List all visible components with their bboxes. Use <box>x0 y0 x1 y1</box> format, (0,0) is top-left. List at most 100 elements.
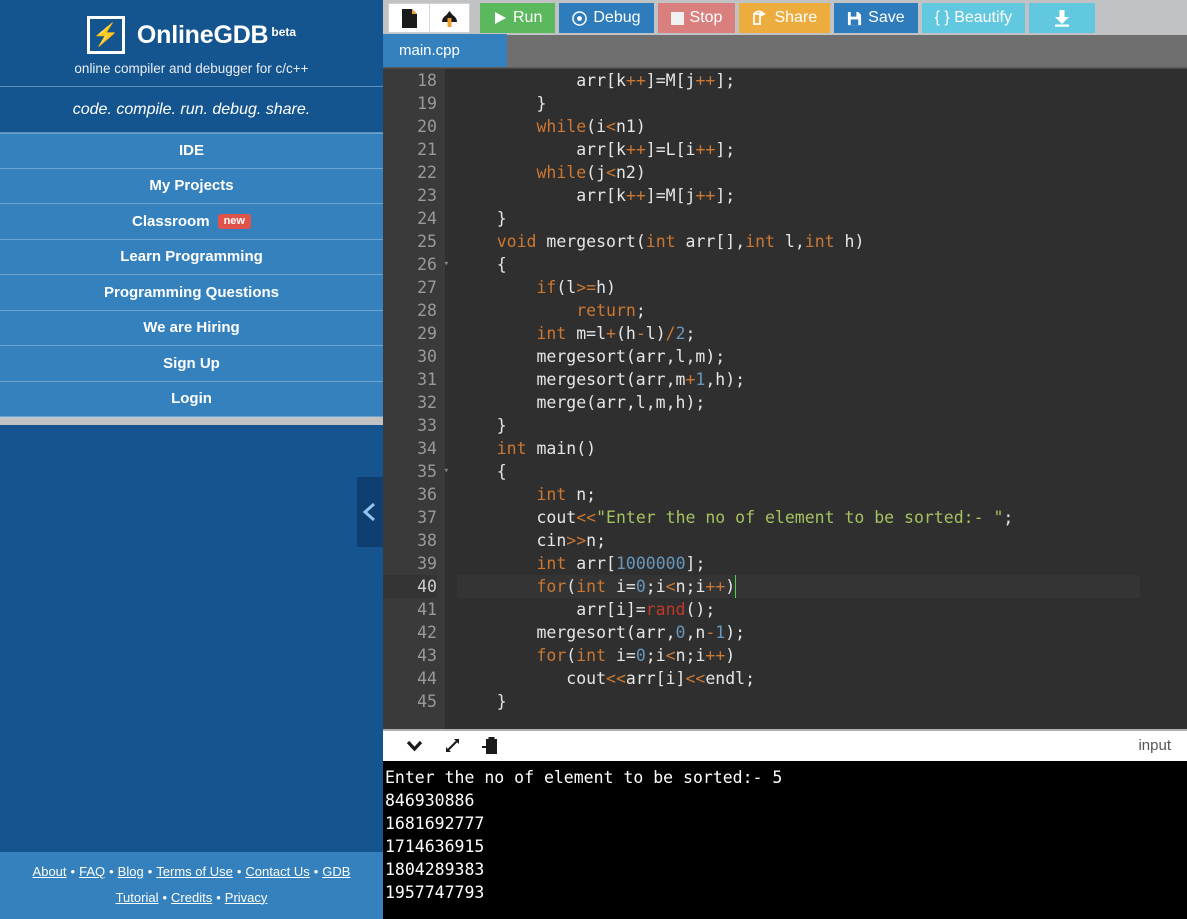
code-line[interactable]: mergesort(arr,m+1,h); <box>457 368 1140 391</box>
line-number: 26 ▾ <box>417 255 449 274</box>
sidebar-item-my-projects[interactable]: My Projects <box>0 169 383 204</box>
code-token: n2) <box>615 163 646 182</box>
code-token: << <box>685 669 706 688</box>
run-label: Run <box>513 9 543 26</box>
lightning-bolt-icon: ⚡ <box>86 16 125 54</box>
code-line[interactable]: int main() <box>457 437 1140 460</box>
footer-separator: • <box>162 889 168 905</box>
sidebar-item-programming-questions[interactable]: Programming Questions <box>0 275 383 311</box>
code-token: int <box>536 554 567 573</box>
code-token: "Enter the no of element to be sorted:- … <box>596 508 1004 527</box>
code-token: } <box>457 94 547 113</box>
code-line[interactable]: } <box>457 414 1140 437</box>
code-token: + <box>606 324 616 343</box>
fold-toggle-icon[interactable]: ▾ <box>444 460 449 483</box>
editor-body[interactable]: 18 19 20 21 22 23 24 25 26 ▾ 27 28 29 30 31 32 33 34 35 ▾ 36… <box>383 69 1140 729</box>
code-content[interactable]: arr[k++]=M[j++]; } while(i<n1) arr[k++]=… <box>445 69 1140 729</box>
code-line[interactable]: { <box>457 460 1140 483</box>
debug-button[interactable]: Debug <box>559 3 654 33</box>
code-line[interactable]: mergesort(arr,l,m); <box>457 345 1140 368</box>
new-file-button[interactable] <box>389 4 429 32</box>
run-button[interactable]: Run <box>480 3 556 33</box>
code-line[interactable]: int m=l+(h-l)/2; <box>457 322 1140 345</box>
code-line[interactable]: return; <box>457 299 1140 322</box>
code-token: ) <box>725 646 736 665</box>
line-number: 45 <box>417 692 437 711</box>
code-line[interactable]: while(i<n1) <box>457 115 1140 138</box>
tab-main-cpp[interactable]: main.cpp <box>383 34 507 67</box>
footer-link-blog[interactable]: Blog <box>118 864 144 879</box>
code-token: for <box>536 577 567 596</box>
brand-title: OnlineGDB beta <box>137 21 296 50</box>
footer-link-terms-of-use[interactable]: Terms of Use <box>156 864 233 879</box>
fold-toggle-icon[interactable]: ▾ <box>444 253 449 276</box>
code-line[interactable]: while(j<n2) <box>457 161 1140 184</box>
new-file-icon <box>401 8 417 28</box>
code-token: int <box>496 439 527 458</box>
beautify-button[interactable]: { } Beautify <box>921 3 1025 33</box>
save-button[interactable]: Save <box>834 3 918 33</box>
code-line[interactable]: merge(arr,l,m,h); <box>457 391 1140 414</box>
code-line[interactable]: cout<<"Enter the no of element to be sor… <box>457 506 1140 529</box>
footer-link-contact-us[interactable]: Contact Us <box>245 864 309 879</box>
code-line[interactable]: } <box>457 207 1140 230</box>
code-token: mergesort(arr,m <box>457 370 686 389</box>
code-token: ++ <box>625 140 646 159</box>
save-disk-icon <box>848 11 862 25</box>
code-line[interactable]: cout<<arr[i]<<endl; <box>457 667 1140 690</box>
code-token: >> <box>566 531 587 550</box>
code-line[interactable]: int arr[1000000]; <box>457 552 1140 575</box>
sidebar-item-sign-up[interactable]: Sign Up <box>0 346 383 382</box>
code-line[interactable]: int n; <box>457 483 1140 506</box>
sidebar-item-learn-programming[interactable]: Learn Programming <box>0 240 383 275</box>
line-number: 42 <box>417 623 437 642</box>
code-token: ++ <box>625 186 646 205</box>
upload-button[interactable] <box>429 4 469 32</box>
editor-right-rail <box>1140 69 1187 729</box>
play-icon <box>495 12 506 24</box>
sidebar-item-ide[interactable]: IDE <box>0 133 383 169</box>
code-line[interactable]: arr[k++]=M[j++]; <box>457 69 1140 92</box>
code-line[interactable]: } <box>457 92 1140 115</box>
footer-link-faq[interactable]: FAQ <box>79 864 105 879</box>
download-button[interactable] <box>1029 3 1095 33</box>
code-token: arr[i] <box>625 669 686 688</box>
output-expand-button[interactable] <box>433 737 471 754</box>
line-number: 40 <box>383 575 437 598</box>
code-line[interactable]: arr[i]=rand(); <box>457 598 1140 621</box>
code-editor[interactable]: 18 19 20 21 22 23 24 25 26 ▾ 27 28 29 30 31 32 33 34 35 ▾ 36… <box>383 68 1187 729</box>
code-token: int <box>536 324 567 343</box>
code-token: < <box>665 646 676 665</box>
beta-label: beta <box>271 25 297 40</box>
code-line[interactable]: mergesort(arr,0,n-1); <box>457 621 1140 644</box>
footer-link-credits[interactable]: Credits <box>171 890 212 905</box>
code-token: ;i <box>645 646 666 665</box>
code-line[interactable]: { <box>457 253 1140 276</box>
code-line[interactable]: arr[k++]=M[j++]; <box>457 184 1140 207</box>
output-console[interactable]: Enter the no of element to be sorted:- 5… <box>383 760 1187 919</box>
footer-link-about[interactable]: About <box>33 864 67 879</box>
footer-link-privacy[interactable]: Privacy <box>225 890 268 905</box>
stop-button[interactable]: Stop <box>657 3 736 33</box>
code-line[interactable]: void mergesort(int arr[],int l,int h) <box>457 230 1140 253</box>
output-collapse-button[interactable] <box>395 739 433 752</box>
code-token: { <box>457 462 507 481</box>
sidebar-collapse-button[interactable] <box>357 477 383 547</box>
code-line[interactable]: if(l>=h) <box>457 276 1140 299</box>
output-paste-button[interactable] <box>471 736 509 755</box>
code-token: n; <box>586 531 607 550</box>
code-line[interactable]: } <box>457 690 1140 713</box>
sidebar-item-classroom[interactable]: Classroom new <box>0 204 383 240</box>
code-line[interactable]: arr[k++]=L[i++]; <box>457 138 1140 161</box>
code-token: ;i <box>645 577 666 596</box>
sidebar-item-we-are-hiring[interactable]: We are Hiring <box>0 311 383 346</box>
share-button[interactable]: Share <box>739 3 831 33</box>
code-line[interactable]: for(int i=0;i<n;i++) <box>457 644 1140 667</box>
code-line[interactable]: for(int i=0;i<n;i++)| <box>457 575 1140 598</box>
code-token: << <box>576 508 597 527</box>
code-line[interactable]: cin>>n; <box>457 529 1140 552</box>
code-token: ++ <box>695 71 716 90</box>
sidebar-item-login[interactable]: Login <box>0 382 383 417</box>
code-token: - <box>635 324 646 343</box>
sidebar-item-label: My Projects <box>149 177 234 195</box>
